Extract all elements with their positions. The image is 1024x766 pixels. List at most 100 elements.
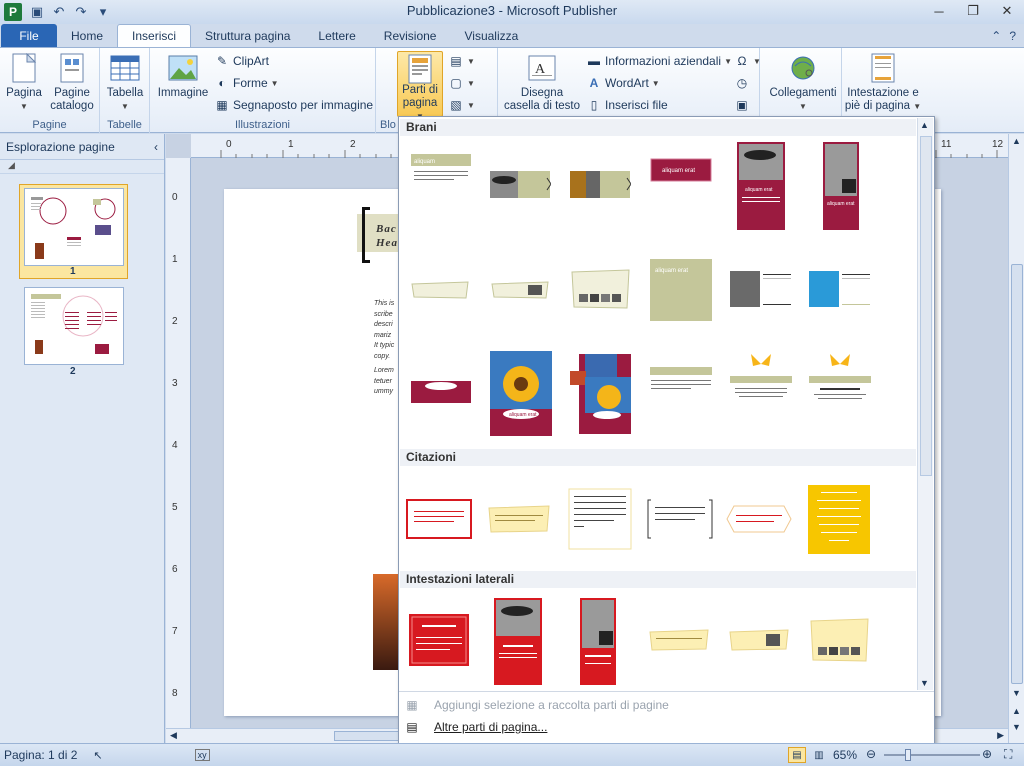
gallery-item-brani-2[interactable] (489, 170, 552, 199)
gallery-item-citazioni-5[interactable] (726, 505, 792, 533)
gallery-item-brani-18[interactable] (808, 352, 872, 408)
object-button[interactable]: ▣ (734, 97, 750, 113)
previous-page-icon[interactable]: ▲ (1012, 706, 1021, 716)
two-page-view-icon[interactable]: ▥ (810, 747, 828, 763)
undo-icon[interactable]: ↶ (50, 3, 68, 21)
scroll-right-icon[interactable]: ▶ (997, 730, 1004, 741)
gallery-scroll-down-icon[interactable]: ▼ (920, 678, 929, 688)
advertisement-icon: ▧ (450, 98, 462, 112)
tab-struttura-pagina[interactable]: Struttura pagina (191, 24, 304, 47)
gallery-item-laterali-1[interactable] (408, 613, 470, 667)
page-thumb-1[interactable] (24, 188, 124, 266)
gallery-item-laterali-4[interactable] (648, 629, 710, 651)
gallery-item-laterali-2[interactable] (493, 597, 543, 686)
page-thumb-2[interactable] (24, 287, 124, 365)
more-page-parts-item[interactable]: ▤ Altre parti di pagina... (400, 716, 916, 738)
zoom-slider-thumb[interactable] (905, 749, 911, 761)
gallery-item-brani-14[interactable]: aliquam erat (489, 350, 553, 437)
bridge-photo[interactable] (373, 574, 399, 670)
informazioni-aziendali-button[interactable]: ▬ Informazioni aziendali ▼ (586, 53, 732, 69)
symbol-button[interactable]: Ω ▼ (734, 53, 761, 69)
borders-button[interactable]: ▢ ▼ (448, 75, 475, 91)
tabella-button[interactable]: Tabella ▼ (104, 52, 146, 113)
zoom-slider[interactable] (884, 754, 980, 756)
gallery-item-brani-9[interactable] (569, 268, 631, 310)
pagina-button[interactable]: Pagina ▼ (4, 52, 44, 113)
intestazione-pie-pagina-button[interactable]: Intestazione e piè di pagina ▼ (842, 52, 924, 113)
tab-visualizza[interactable]: Visualizza (450, 24, 532, 47)
vertical-scrollbar[interactable]: ▲ ▼ ▲ ▼ (1008, 134, 1024, 743)
collegamenti-button[interactable]: Collegamenti ▼ (768, 52, 838, 113)
calendars-button[interactable]: ▤ ▼ (448, 53, 475, 69)
add-to-gallery-icon: ▦ (406, 698, 418, 712)
gallery-item-brani-16[interactable] (649, 366, 713, 396)
gallery-item-brani-11[interactable] (729, 270, 793, 308)
tab-inserisci[interactable]: Inserisci (117, 24, 192, 47)
inserisci-file-button[interactable]: ▯ Inserisci file (586, 97, 668, 113)
gallery-item-brani-6[interactable]: aliquam erat (822, 141, 860, 231)
gallery-item-citazioni-3[interactable] (568, 488, 632, 550)
clipart-button[interactable]: ✎ ClipArt (214, 53, 269, 69)
tab-file[interactable]: File (1, 24, 57, 47)
help-icon[interactable]: ? (1009, 29, 1016, 43)
close-icon[interactable]: ✕ (990, 0, 1024, 22)
pagine-catalogo-button[interactable]: Pagine catalogo (46, 52, 98, 113)
scroll-left-icon[interactable]: ◀ (170, 730, 177, 741)
gallery-item-brani-12[interactable] (808, 270, 872, 308)
publisher-app-icon[interactable]: P (4, 3, 22, 21)
tab-home[interactable]: Home (57, 24, 117, 47)
scroll-up-icon[interactable]: ▲ (1012, 136, 1021, 146)
tab-lettere[interactable]: Lettere (304, 24, 369, 47)
gallery-scrollbar[interactable]: ▲ ▼ (917, 118, 933, 690)
save-icon[interactable]: ▣ (28, 3, 46, 21)
gallery-item-brani-13[interactable] (410, 380, 472, 404)
collapse-pane-icon[interactable]: ‹ (154, 140, 158, 154)
gallery-item-brani-3[interactable] (569, 170, 632, 199)
gallery-item-brani-8[interactable] (490, 280, 550, 300)
gallery-item-citazioni-6[interactable] (807, 484, 871, 555)
gallery-item-brani-4[interactable]: aliquam erat (650, 158, 712, 182)
fit-page-icon[interactable]: ⛶ (1004, 747, 1012, 762)
next-page-icon[interactable]: ▼ (1012, 722, 1021, 732)
minimize-icon[interactable]: ─ (922, 0, 956, 22)
restore-icon[interactable]: ❐ (956, 0, 990, 22)
disegna-casella-testo-button[interactable]: A Disegna casella di testo (502, 52, 582, 113)
gallery-item-brani-15[interactable] (569, 353, 633, 435)
wordart-button[interactable]: A WordArt ▼ (586, 75, 660, 91)
gallery-item-citazioni-2[interactable] (487, 505, 551, 533)
immagine-button[interactable]: Immagine (154, 52, 212, 100)
horizontal-scroll-thumb[interactable] (334, 731, 404, 741)
page-indicator[interactable]: Pagina: 1 di 2 (4, 748, 77, 762)
forme-button[interactable]: ◐ Forme ▼ (214, 75, 278, 91)
gallery-scroll-up-icon[interactable]: ▲ (920, 120, 929, 130)
gallery-item-laterali-5[interactable] (728, 629, 790, 651)
zoom-level[interactable]: 65% (833, 748, 857, 762)
gallery-item-brani-17[interactable] (729, 352, 793, 408)
gallery-item-laterali-6[interactable] (808, 617, 870, 663)
nav-collapse-toggle[interactable]: ◢ (0, 160, 164, 174)
customize-qat-icon[interactable]: ▾ (94, 3, 112, 21)
svg-text:A: A (535, 62, 546, 77)
gallery-item-brani-10[interactable]: aliquam erat (649, 258, 713, 322)
gallery-scroll-thumb[interactable] (920, 136, 932, 476)
scroll-down-icon[interactable]: ▼ (1012, 688, 1021, 698)
segnaposto-immagine-button[interactable]: ▦ Segnaposto per immagine (214, 97, 373, 113)
gallery-item-brani-7[interactable] (410, 280, 470, 300)
tab-revisione[interactable]: Revisione (370, 24, 451, 47)
gallery-item-brani-5[interactable]: aliquam erat (736, 141, 786, 231)
advertisements-button[interactable]: ▧ ▼ (448, 97, 475, 113)
gallery-item-brani-1[interactable]: aliquam (410, 153, 472, 191)
gallery-item-laterali-3[interactable] (579, 597, 617, 686)
parti-di-pagina-button[interactable]: Parti di pagina ▼ (397, 51, 443, 121)
minimize-ribbon-icon[interactable]: ⌃ (991, 29, 1001, 43)
redo-icon[interactable]: ↷ (72, 3, 90, 21)
zoom-out-icon[interactable]: ⊖ (866, 747, 876, 761)
gallery-item-citazioni-4[interactable] (647, 499, 713, 539)
gallery-item-citazioni-1[interactable] (406, 499, 472, 539)
date-time-button[interactable]: ◷ (734, 75, 750, 91)
vertical-scroll-thumb[interactable] (1011, 264, 1023, 684)
single-page-view-icon[interactable]: ▤ (788, 747, 806, 763)
body-text[interactable]: This is scribe descri mariz It typic cop… (374, 299, 394, 398)
vertical-ruler[interactable]: 0 1 2 3 4 5 6 7 8 (166, 158, 191, 743)
zoom-in-icon[interactable]: ⊕ (982, 747, 992, 761)
